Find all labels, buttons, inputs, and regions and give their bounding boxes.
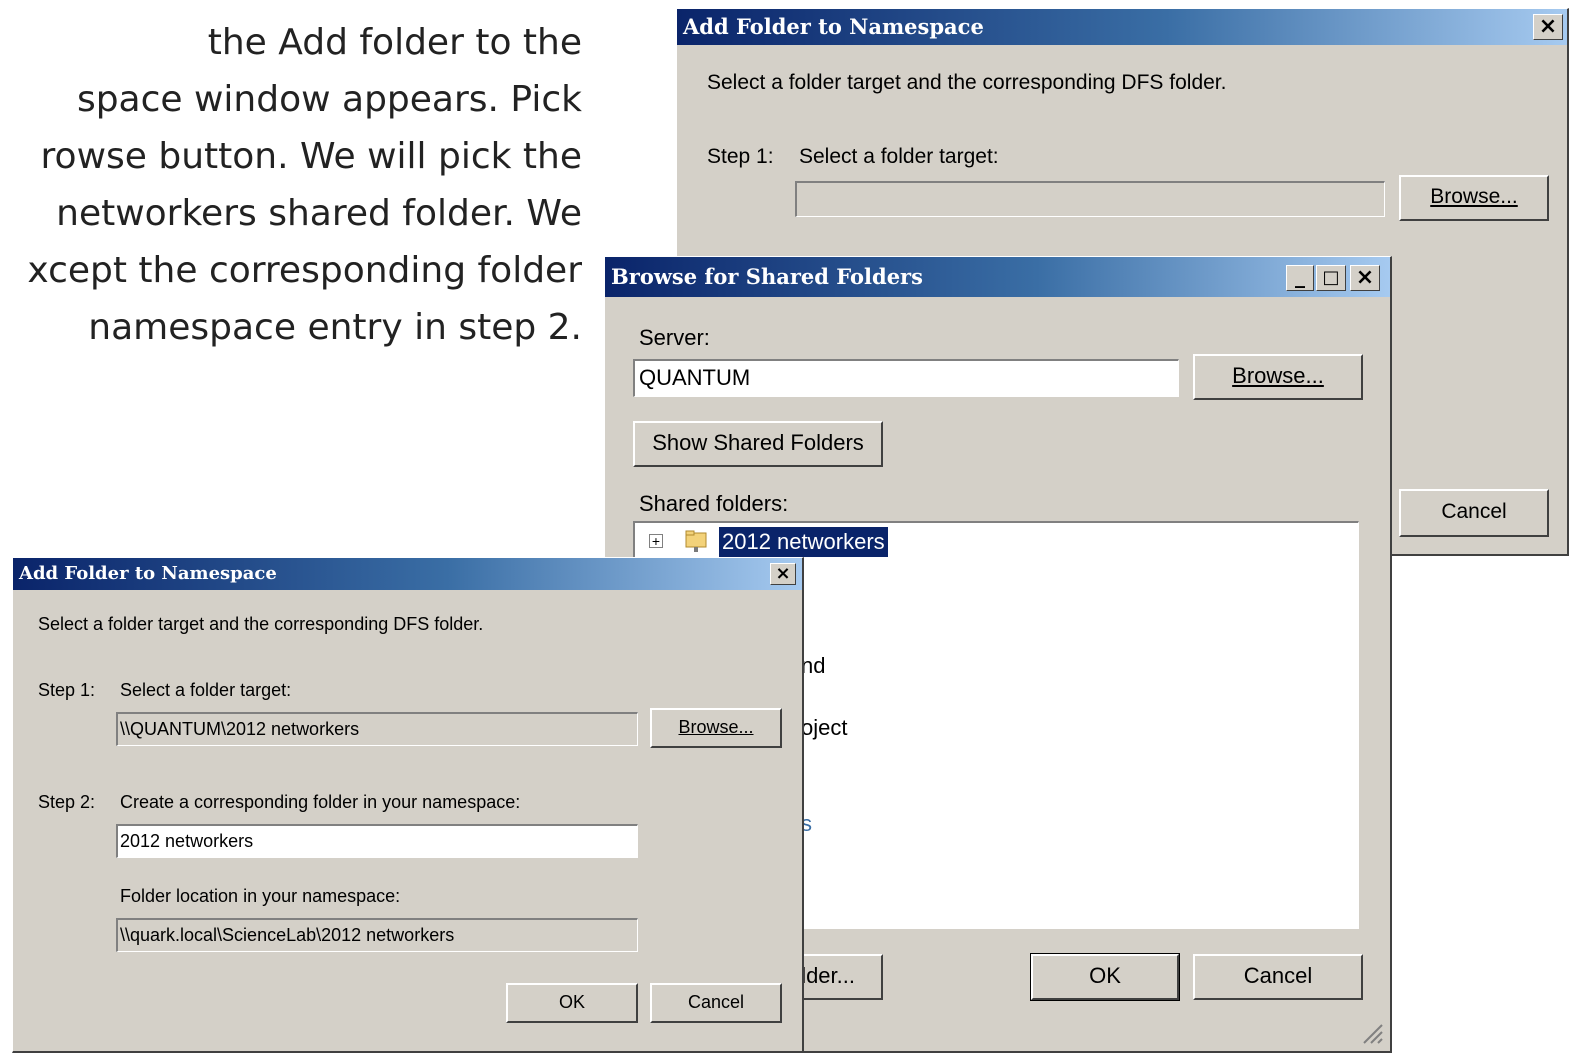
cancel-button[interactable]: Cancel — [1193, 954, 1363, 1000]
front-cancel-button[interactable]: Cancel — [650, 983, 782, 1023]
folder-target-field[interactable]: \\QUANTUM\2012 networkers — [116, 712, 638, 746]
front-add-folder-dialog: Add Folder to Namespace × Select a folde… — [12, 557, 804, 1053]
minimize-icon[interactable]: _ — [1286, 265, 1314, 291]
back-dialog-title: Add Folder to Namespace — [683, 14, 984, 39]
front-dialog-titlebar: Add Folder to Namespace × — [13, 558, 802, 590]
slide-text: the Add folder to the space window appea… — [0, 14, 582, 356]
front-step2-label: Step 2: — [38, 792, 96, 812]
back-browse-button[interactable]: Browse... — [1399, 175, 1549, 221]
back-dialog-instruction: Select a folder target and the correspon… — [707, 71, 1227, 94]
front-dialog-instruction: Select a folder target and the correspon… — [38, 614, 484, 634]
close-icon[interactable]: × — [1533, 14, 1563, 40]
server-browse-button[interactable]: Browse... — [1193, 354, 1363, 400]
front-step2-text: Create a corresponding folder in your na… — [120, 792, 521, 812]
back-cancel-button[interactable]: Cancel — [1399, 489, 1549, 537]
shared-folders-label: Shared folders: — [639, 491, 789, 516]
server-input[interactable]: QUANTUM — [633, 359, 1179, 397]
tree-item-partial[interactable]: oject — [801, 715, 847, 741]
resize-grip-icon[interactable] — [1360, 1021, 1384, 1045]
slide-text-line: rowse button. We will pick the — [40, 136, 582, 177]
folder-location-label: Folder location in your namespace: — [120, 886, 401, 906]
close-icon[interactable]: × — [770, 563, 796, 585]
browse-dialog-titlebar: Browse for Shared Folders _ □ × — [605, 257, 1390, 297]
slide-text-line: xcept the corresponding folder — [27, 250, 582, 291]
back-dialog-titlebar: Add Folder to Namespace × — [677, 9, 1567, 45]
ok-button[interactable]: OK — [1030, 953, 1180, 1001]
front-ok-button[interactable]: OK — [506, 983, 638, 1023]
tree-item-label: 2012 networkers — [719, 527, 888, 557]
slide-text-line: space window appears. Pick — [76, 79, 582, 120]
close-icon[interactable]: × — [1350, 265, 1380, 291]
tree-item-2012-networkers[interactable]: + 2012 networkers — [639, 527, 899, 557]
show-shared-folders-button[interactable]: Show Shared Folders — [633, 421, 883, 467]
front-step1-text: Select a folder target: — [120, 680, 292, 700]
back-folder-target-field[interactable] — [795, 181, 1385, 217]
front-dialog-title: Add Folder to Namespace — [19, 563, 277, 584]
back-step1-text: Select a folder target: — [799, 145, 999, 168]
expand-icon[interactable]: + — [649, 534, 663, 548]
folder-location-field: \\quark.local\ScienceLab\2012 networkers — [116, 918, 638, 952]
slide-text-line: namespace entry in step 2. — [88, 307, 582, 348]
server-label: Server: — [639, 325, 710, 350]
slide-text-line: networkers shared folder. We — [56, 193, 582, 234]
front-browse-button[interactable]: Browse... — [650, 708, 782, 748]
back-step1-label: Step 1: — [707, 145, 774, 168]
tree-item-partial[interactable]: nd — [801, 653, 825, 679]
slide-text-line: the Add folder to the — [207, 22, 582, 63]
browse-dialog-title: Browse for Shared Folders — [611, 264, 923, 289]
maximize-icon[interactable]: □ — [1316, 265, 1346, 291]
front-step1-label: Step 1: — [38, 680, 96, 700]
namespace-folder-input[interactable]: 2012 networkers — [116, 824, 638, 858]
shared-folder-icon — [685, 529, 707, 553]
